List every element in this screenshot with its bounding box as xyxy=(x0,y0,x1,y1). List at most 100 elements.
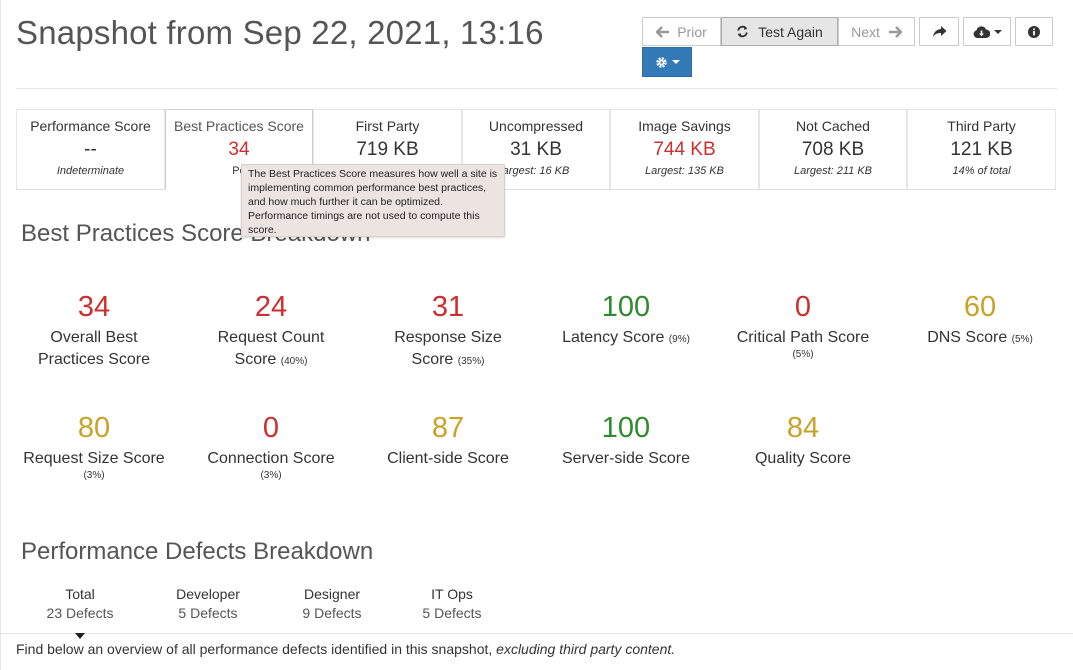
settings-dropdown-button[interactable] xyxy=(642,47,692,77)
score-name: Request Count Score (40%) xyxy=(186,327,356,373)
tab-not-cached[interactable]: Not Cached 708 KB Largest: 211 KB xyxy=(759,109,907,189)
defects-description-emphasis: excluding third party content. xyxy=(496,641,676,657)
download-dropdown-button[interactable] xyxy=(963,17,1011,46)
score-name: Quality Score xyxy=(754,450,852,467)
metric-value: 34 xyxy=(228,139,250,160)
defects-description: Find below an overview of all performanc… xyxy=(16,641,675,657)
next-label: Next xyxy=(851,23,880,40)
score-name: Client-side Score xyxy=(387,450,509,467)
metric-value: 121 KB xyxy=(950,139,1013,160)
metric-value: -- xyxy=(84,139,97,160)
defects-title: Performance Defects Breakdown xyxy=(21,538,374,565)
metric-label: Uncompressed xyxy=(488,118,584,134)
gear-icon xyxy=(655,56,668,69)
score-value: 80 xyxy=(77,412,111,444)
header-divider xyxy=(16,88,1057,89)
score-name: Server-side Score xyxy=(561,450,691,467)
page-left-border xyxy=(0,0,1,670)
next-button[interactable]: Next xyxy=(838,17,915,46)
score-critical-path: 0 Critical Path Score (5%) xyxy=(718,290,888,360)
score-weight: (35%) xyxy=(457,356,485,367)
arrow-right-icon xyxy=(888,25,902,38)
defects-description-text: Find below an overview of all performanc… xyxy=(16,641,493,657)
metric-label: Third Party xyxy=(947,118,1016,134)
defect-tab-name: Total xyxy=(65,586,95,602)
score-name: Request Size Score xyxy=(23,450,165,467)
metric-label: First Party xyxy=(355,118,420,134)
best-practices-tooltip: The Best Practices Score measures how we… xyxy=(241,164,505,237)
defect-tab-developer[interactable]: Developer 5 Defects xyxy=(148,585,268,623)
score-latency: 100 Latency Score (9%) xyxy=(541,290,711,351)
tab-performance-score[interactable]: Performance Score -- Indeterminate xyxy=(16,109,165,189)
score-value: 87 xyxy=(431,412,465,444)
metric-label: Best Practices Score xyxy=(174,118,304,134)
metric-value: 719 KB xyxy=(356,139,419,160)
score-weight: (5%) xyxy=(792,349,814,360)
score-name-text: Request Count Score xyxy=(217,329,325,368)
score-weight: (5%) xyxy=(1011,334,1033,345)
metric-label: Performance Score xyxy=(30,118,151,134)
defect-tab-count: 9 Defects xyxy=(302,605,362,621)
score-value: 100 xyxy=(601,291,651,323)
arrow-left-icon xyxy=(656,25,670,38)
metric-sub: Indeterminate xyxy=(56,165,125,177)
score-name-text: Response Size Score xyxy=(394,329,502,368)
score-connection: 0 Connection Score (3%) xyxy=(186,411,356,481)
score-server-side: 100 Server-side Score xyxy=(541,411,711,470)
score-value: 24 xyxy=(254,291,288,323)
defect-tab-count: 5 Defects xyxy=(178,605,238,621)
defect-tab-name: IT Ops xyxy=(431,586,473,602)
score-value: 60 xyxy=(963,291,997,323)
score-name-text: Latency Score xyxy=(562,329,665,346)
prior-button[interactable]: Prior xyxy=(642,17,721,46)
score-name: Latency Score (9%) xyxy=(541,327,711,351)
score-value: 31 xyxy=(431,291,465,323)
score-value: 84 xyxy=(786,412,820,444)
tab-image-savings[interactable]: Image Savings 744 KB Largest: 135 KB xyxy=(610,109,759,189)
score-weight: (40%) xyxy=(280,356,308,367)
metric-sub: Largest: 135 KB xyxy=(645,165,724,177)
defect-tab-it-ops[interactable]: IT Ops 5 Defects xyxy=(392,585,512,623)
score-name: Connection Score xyxy=(207,450,335,467)
score-response-size: 31 Response Size Score (35%) xyxy=(363,290,533,373)
defect-tab-count: 23 Defects xyxy=(46,605,114,621)
score-name: Critical Path Score xyxy=(736,329,870,346)
metric-sub: Largest: 211 KB xyxy=(793,165,873,177)
metric-value: 31 KB xyxy=(510,139,562,160)
info-button[interactable] xyxy=(1015,17,1053,46)
score-name-text: DNS Score xyxy=(927,329,1008,346)
tab-third-party[interactable]: Third Party 121 KB 14% of total xyxy=(907,109,1056,189)
score-client-side: 87 Client-side Score xyxy=(363,411,533,470)
test-again-button[interactable]: Test Again xyxy=(721,17,838,46)
chevron-down-icon xyxy=(671,60,680,64)
score-value: 34 xyxy=(77,291,111,323)
defect-tab-name: Developer xyxy=(176,586,240,602)
defect-tab-count: 5 Defects xyxy=(422,605,482,621)
score-dns: 60 DNS Score (5%) xyxy=(895,290,1065,351)
chevron-down-icon xyxy=(993,29,1002,34)
score-value: 0 xyxy=(262,412,280,444)
metrics-tabs: Performance Score -- Indeterminate Best … xyxy=(16,109,1056,190)
score-weight: (3%) xyxy=(260,470,282,481)
share-button[interactable] xyxy=(919,17,959,46)
score-name: DNS Score (5%) xyxy=(895,327,1065,351)
cloud-download-icon xyxy=(973,25,990,38)
defect-tab-designer[interactable]: Designer 9 Defects xyxy=(272,585,392,623)
metric-value: 708 KB xyxy=(801,139,865,160)
metric-value: 744 KB xyxy=(653,139,716,160)
score-weight: (3%) xyxy=(83,470,105,481)
active-tab-pointer-icon xyxy=(75,633,85,639)
score-value: 100 xyxy=(601,412,651,444)
score-quality: 84 Quality Score xyxy=(718,411,888,470)
prior-label: Prior xyxy=(677,23,707,40)
defect-tab-total[interactable]: Total 23 Defects xyxy=(20,585,140,623)
score-name: Response Size Score (35%) xyxy=(363,327,533,373)
metric-sub: 14% of total xyxy=(952,165,1011,177)
refresh-icon xyxy=(736,25,749,38)
score-request-size: 80 Request Size Score (3%) xyxy=(9,411,179,481)
share-icon xyxy=(932,25,947,38)
defect-tab-name: Designer xyxy=(303,586,361,602)
score-name: Overall Best Practices Score xyxy=(37,329,151,368)
info-icon xyxy=(1028,25,1040,38)
defects-divider xyxy=(0,633,1073,634)
